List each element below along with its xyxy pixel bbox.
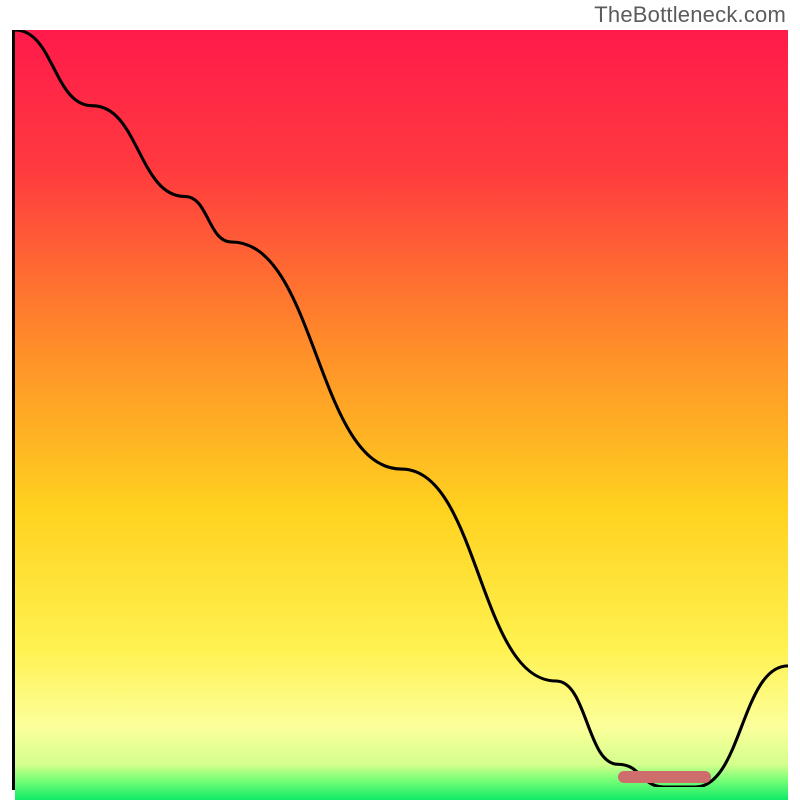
optimum-marker [618,771,711,783]
plot-area [12,30,788,790]
chart-root: TheBottleneck.com [0,0,800,800]
bottleneck-curve [15,30,788,787]
attribution-label: TheBottleneck.com [594,2,786,28]
